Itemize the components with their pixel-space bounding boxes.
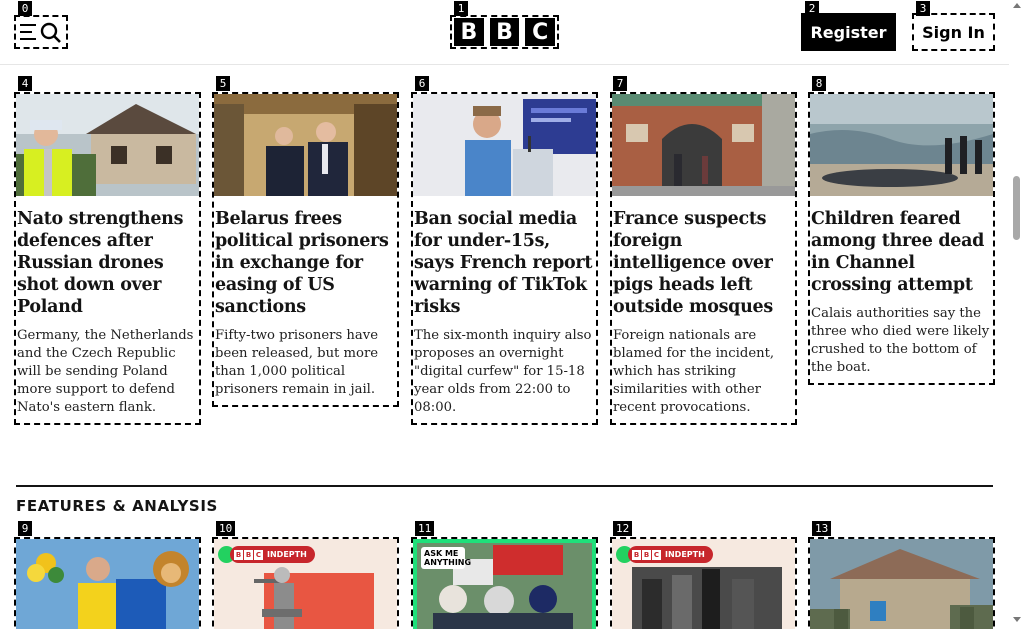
feature-card[interactable]: BBC INDEPTH <box>212 537 399 629</box>
story-card[interactable]: Children feared among three dead in Chan… <box>808 92 995 385</box>
indepth-label: INDEPTH <box>665 550 705 559</box>
ask-me-anything-badge: ASK ME ANYTHING <box>421 547 471 569</box>
bbc-logo[interactable]: B B C <box>450 15 559 49</box>
story-image <box>612 94 795 196</box>
page-scrollbar[interactable] <box>1009 0 1024 629</box>
story-image <box>214 94 397 196</box>
story-card[interactable]: France suspects foreign intelligence ove… <box>610 92 797 425</box>
feature-image: BBC INDEPTH <box>214 539 397 629</box>
element-tag: 3 <box>916 1 930 16</box>
story-summary: Foreign nationals are blamed for the inc… <box>613 328 775 415</box>
story-headline: France suspects foreign intelligence ove… <box>613 209 773 317</box>
feature-card[interactable] <box>808 537 995 629</box>
section-title: FEATURES & ANALYSIS <box>16 497 218 515</box>
element-tag: 1 <box>454 1 468 16</box>
element-tag: 8 <box>812 76 826 91</box>
logo-letter: B <box>454 18 484 46</box>
feature-image: ASK ME ANYTHING <box>413 539 596 629</box>
story-summary: Fifty-two prisoners have been released, … <box>215 328 379 397</box>
element-tag: 9 <box>18 521 32 536</box>
element-tag: 2 <box>805 1 819 16</box>
element-tag: 5 <box>216 76 230 91</box>
element-tag: 6 <box>415 76 429 91</box>
site-header: B B C Register Sign In <box>0 0 1009 65</box>
story-summary: Germany, the Netherlands and the Czech R… <box>17 328 194 415</box>
sign-in-button[interactable]: Sign In <box>912 13 995 51</box>
feature-card[interactable]: BBC INDEPTH <box>610 537 797 629</box>
story-card[interactable]: Nato strengthens defences after Russian … <box>14 92 201 425</box>
menu-search-icon <box>20 22 61 43</box>
story-headline: Nato strengthens defences after Russian … <box>17 209 184 317</box>
element-tag: 11 <box>415 521 435 536</box>
indepth-label: INDEPTH <box>267 550 307 559</box>
feature-image: BBC INDEPTH <box>612 539 795 629</box>
element-tag: 12 <box>613 521 633 536</box>
story-summary: Calais authorities say the three who die… <box>811 306 990 375</box>
story-card[interactable]: Belarus frees political prisoners in exc… <box>212 92 399 407</box>
story-card[interactable]: Ban social media for under-15s, says Fre… <box>411 92 598 425</box>
feature-card[interactable] <box>14 537 201 629</box>
story-image <box>810 94 993 196</box>
story-image <box>413 94 596 196</box>
story-headline: Children feared among three dead in Chan… <box>811 209 985 295</box>
story-headline: Belarus frees political prisoners in exc… <box>215 209 389 317</box>
feature-card[interactable]: ASK ME ANYTHING <box>411 537 598 629</box>
feature-image <box>810 539 993 629</box>
feature-image <box>16 539 199 629</box>
register-button[interactable]: Register <box>801 13 896 51</box>
element-tag: 13 <box>812 521 832 536</box>
element-tag: 0 <box>18 1 32 16</box>
element-tag: 4 <box>18 76 32 91</box>
story-headline: Ban social media for under-15s, says Fre… <box>414 209 593 317</box>
logo-letter: C <box>525 18 556 46</box>
indepth-badge: BBC INDEPTH <box>628 546 713 563</box>
section-divider <box>16 485 993 487</box>
scroll-up-icon[interactable] <box>1013 3 1021 8</box>
element-tag: 7 <box>613 76 627 91</box>
story-summary: The six-month inquiry also proposes an o… <box>414 328 592 415</box>
story-image <box>16 94 199 196</box>
indepth-badge: BBC INDEPTH <box>230 546 315 563</box>
scroll-down-icon[interactable] <box>1013 617 1021 622</box>
scroll-thumb[interactable] <box>1013 176 1020 240</box>
logo-letter: B <box>489 18 520 46</box>
menu-search-button[interactable] <box>14 15 68 49</box>
element-tag: 10 <box>216 521 236 536</box>
